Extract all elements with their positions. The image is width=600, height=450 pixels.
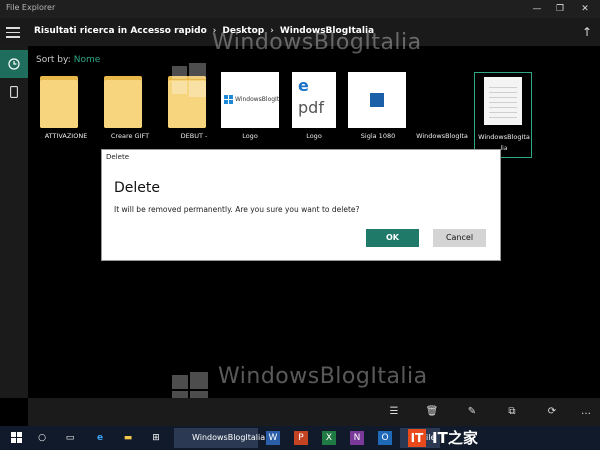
brand-logo-icon: IT [408,429,426,447]
document-icon [484,77,522,125]
recent-clock-icon[interactable] [0,50,28,78]
pdf-file-icon: e pdf [292,72,336,128]
pdf-label: pdf [298,98,324,117]
file-label: WindowsBlogIta [478,133,530,141]
delete-dialog: Delete Delete It will be removed permane… [101,149,501,261]
task-view-icon[interactable]: ▭ [62,430,78,446]
dialog-heading: Delete [114,180,160,196]
folder-icon [104,72,156,128]
select-icon[interactable]: ☰ [386,404,402,420]
delete-icon[interactable]: 🗑 [424,404,440,420]
powerpoint-icon[interactable]: P [294,431,308,445]
hamburger-menu-icon[interactable] [6,27,20,38]
watermark-text: WindowsBlogItalia [218,364,428,389]
windows-start-icon[interactable] [8,430,24,446]
dialog-title: Delete [106,153,129,161]
cancel-button[interactable]: Cancel [433,229,486,247]
file-item-image[interactable]: WindowsBlogIt Logo [218,72,282,158]
edge-browser-icon[interactable]: e [92,430,108,446]
file-item-video[interactable]: Sigla 1080 [346,72,410,158]
folder-icon [40,72,92,128]
sort-by-control[interactable]: Sort by: Nome [36,55,100,65]
command-bar: ☰ 🗑 ✎ ⧉ ⟳ … [28,398,600,426]
left-rail [0,46,28,398]
file-item-folder[interactable]: Creare GIFT [98,72,162,158]
file-item-folder[interactable]: ATTIVAZIONE [34,72,98,158]
brand-logo: IT IT之家 [406,428,596,448]
close-button[interactable]: ✕ [578,2,592,16]
window-title: File Explorer [6,3,56,12]
title-bar: File Explorer — ❐ ✕ [0,0,600,18]
dialog-message: It will be removed permanently. Are you … [114,205,360,214]
video-logo-icon [370,93,384,107]
minimize-button[interactable]: — [530,2,544,16]
logo-image-thumbnail: WindowsBlogIt [221,72,279,128]
file-explorer-icon[interactable]: ▬ [120,430,136,446]
word-icon[interactable]: W [266,431,280,445]
brand-logo-text: IT之家 [432,429,478,447]
taskbar: ○ ▭ e ▬ ⊞ WindowsBlogItalia W P X N O Fi… [0,426,600,450]
taskbar-window-blog[interactable]: WindowsBlogItalia [174,428,265,448]
breadcrumb-item-search-results[interactable]: Risultati ricerca in Accesso rapido [34,26,207,36]
outlook-icon[interactable]: O [378,431,392,445]
excel-icon[interactable]: X [322,431,336,445]
share-icon[interactable]: ⟳ [544,404,560,420]
copy-icon[interactable]: ⧉ [504,404,520,420]
taskbar-window-blog-label: WindowsBlogItalia [192,433,266,442]
store-icon[interactable]: ⊞ [148,430,164,446]
video-thumbnail [348,72,406,128]
phone-device-icon[interactable] [0,78,28,106]
onenote-icon[interactable]: N [350,431,364,445]
sort-by-value[interactable]: Nome [74,55,101,65]
rename-icon[interactable]: ✎ [464,404,480,420]
cortana-search-icon[interactable]: ○ [34,430,50,446]
ok-button[interactable]: OK [366,229,419,247]
logo-thumbnail-text: WindowsBlogIt [235,96,280,103]
maximize-button[interactable]: ❐ [553,2,567,16]
file-item-pdf[interactable]: e pdf Logo [282,72,346,158]
watermark-text: WindowsBlogItalia [212,30,422,55]
edge-icon: e [298,76,309,95]
file-item-document-selected[interactable]: WindowsBlogIta lia [474,72,532,158]
watermark-logo-icon [172,63,206,97]
sort-by-label: Sort by: [36,55,71,65]
up-arrow-icon[interactable]: ↑ [582,25,592,39]
more-icon[interactable]: … [578,404,594,420]
